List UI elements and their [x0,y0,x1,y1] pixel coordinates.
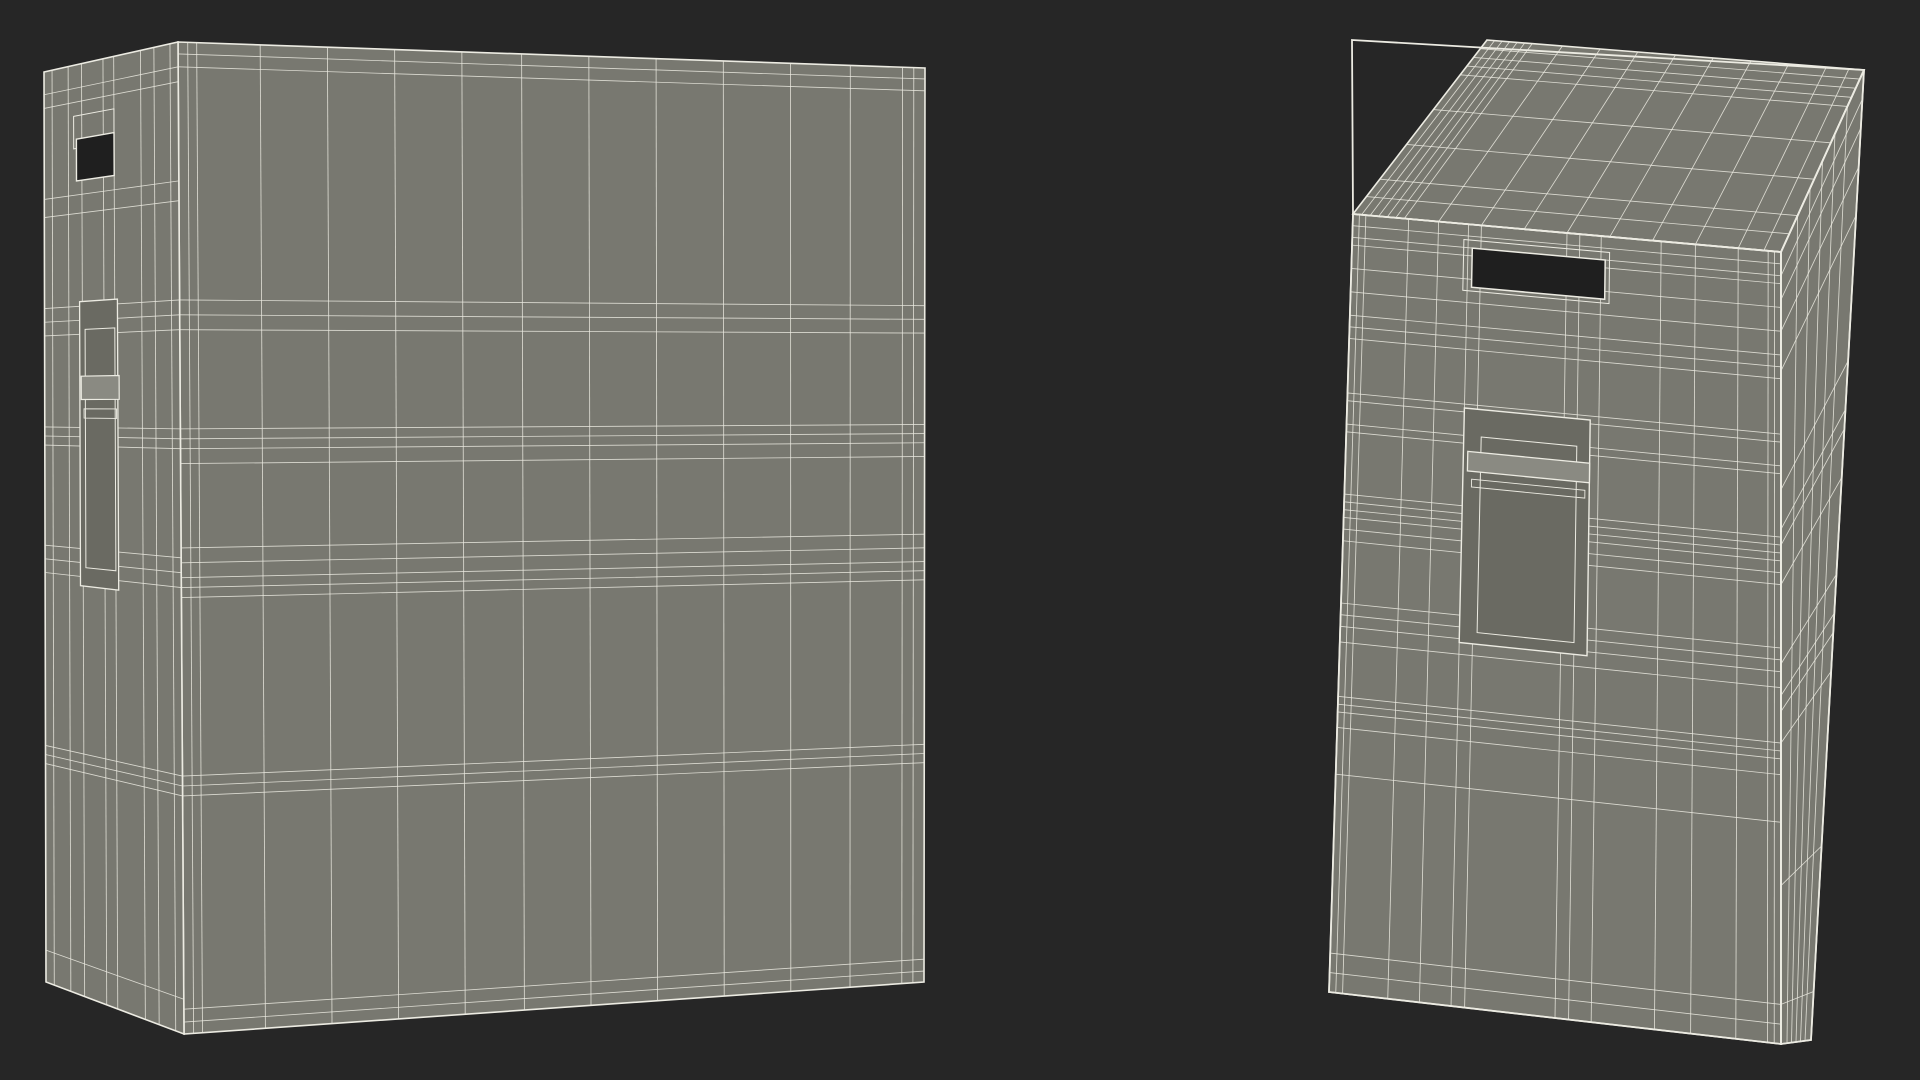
3d-viewport[interactable] [0,0,1920,1080]
box-front-view[interactable] [43,41,926,1036]
strap-buckle [78,298,120,591]
buckle-clip [80,374,120,401]
wireframe-scene [0,0,1920,1080]
handle-hole [75,131,115,182]
front-face [177,41,926,1035]
front-face-fill [177,41,926,1035]
strap-buckle [1458,407,1591,657]
box-angled-view[interactable] [1328,39,1866,1046]
